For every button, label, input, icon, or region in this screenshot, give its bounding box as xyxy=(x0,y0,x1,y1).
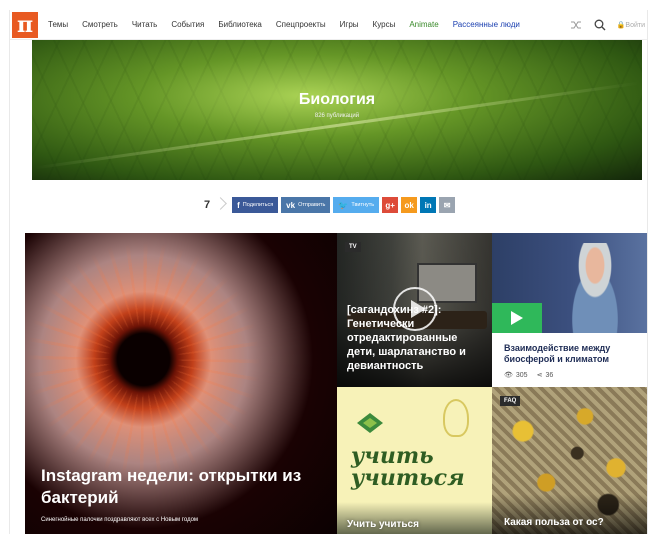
linkedin-icon: in xyxy=(424,200,432,210)
video-title: [сагандохинз #2]: Генетически отредактир… xyxy=(347,304,466,372)
nav-item-library[interactable]: Библиотека xyxy=(218,20,262,29)
twitter-share-label: Твитнуть xyxy=(351,202,375,208)
facebook-share-label: Поделиться xyxy=(242,202,274,208)
video-title: Взаимодействие между биосферой и климато… xyxy=(504,343,611,364)
article-card-bacteria[interactable]: Instagram недели: открытки из бактерий С… xyxy=(25,233,337,534)
facebook-icon: f xyxy=(237,200,240,210)
publication-count: 826 публикаций xyxy=(314,113,360,119)
twitter-icon: 🐦 xyxy=(338,200,349,210)
article-title: Instagram недели: открытки из бактерий xyxy=(41,466,302,507)
facebook-share-button[interactable]: f Поделиться xyxy=(232,197,279,213)
login-link[interactable]: 🔒Войти xyxy=(617,21,645,29)
lecturer-photo xyxy=(492,233,647,333)
article-title: Какая польза от ос? xyxy=(504,517,604,528)
faq-badge: FAQ xyxy=(500,396,521,406)
share-icon: ⋖ xyxy=(536,372,543,379)
play-icon[interactable] xyxy=(492,303,542,333)
views-count: 305 xyxy=(515,371,528,379)
article-subtitle: Синегнойные палочки поздравляют всех с Н… xyxy=(41,517,199,523)
email-icon: ✉ xyxy=(443,200,451,210)
share-count: 7 xyxy=(204,199,211,211)
twitter-share-button[interactable]: 🐦 Твитнуть xyxy=(333,197,380,213)
search-icon[interactable] xyxy=(593,18,607,32)
lightbulb-icon xyxy=(443,399,469,437)
odnoklassniki-icon: ok xyxy=(404,200,414,210)
nav-item-special[interactable]: Спецпроекты xyxy=(276,20,326,29)
nav-menu: Темы Смотреть Читать События Библиотека … xyxy=(48,20,534,29)
linkedin-share-button[interactable]: in xyxy=(420,197,437,213)
topic-hero: Биология 826 публикаций xyxy=(32,40,642,180)
vk-share-button[interactable]: vk Отправить xyxy=(281,197,331,213)
nav-item-games[interactable]: Игры xyxy=(340,20,359,29)
nav-item-read[interactable]: Читать xyxy=(132,20,157,29)
email-share-button[interactable]: ✉ xyxy=(439,197,456,213)
share-bar: 7 f Поделиться vk Отправить 🐦 Твитнуть g… xyxy=(204,196,458,214)
article-card-wasps[interactable]: FAQ Какая польза от ос? xyxy=(492,387,647,534)
nav-item-scattered-people[interactable]: Рассеянные люди xyxy=(453,20,520,29)
nav-item-events[interactable]: События xyxy=(171,20,204,29)
article-card-learn[interactable]: учить учиться Учить учиться xyxy=(337,387,492,534)
nav-item-courses[interactable]: Курсы xyxy=(373,20,396,29)
page-title: Биология xyxy=(298,91,376,108)
site-logo[interactable]: π xyxy=(12,11,38,38)
video-card-climate[interactable]: Взаимодействие между биосферой и климато… xyxy=(492,233,647,387)
shuffle-icon[interactable] xyxy=(569,18,583,32)
cover-lettering: учить учиться xyxy=(351,443,465,491)
tv-badge: TV xyxy=(345,242,361,252)
eye-icon: 👁 xyxy=(504,372,513,379)
vk-icon: vk xyxy=(286,200,296,210)
top-nav: π Темы Смотреть Читать События Библиотек… xyxy=(10,10,647,40)
nav-item-topics[interactable]: Темы xyxy=(48,20,68,29)
odnoklassniki-share-button[interactable]: ok xyxy=(401,197,418,213)
video-card-genetics[interactable]: TV [сагандохинз #2]: Генетически отредак… xyxy=(337,233,492,387)
nav-item-animate[interactable]: Animate xyxy=(409,20,438,29)
google-plus-icon: g+ xyxy=(385,200,395,210)
share-separator xyxy=(216,196,224,214)
video-stats: 👁 305 ⋖ 36 xyxy=(504,371,556,380)
login-label: Войти xyxy=(625,22,645,29)
shares-count: 36 xyxy=(545,371,554,379)
article-title: Учить учиться xyxy=(347,519,419,530)
google-plus-share-button[interactable]: g+ xyxy=(382,197,399,213)
nav-right: 🔒Войти xyxy=(569,10,647,40)
vk-share-label: Отправить xyxy=(298,202,326,208)
nav-item-watch[interactable]: Смотреть xyxy=(82,20,118,29)
lecturer-figure xyxy=(560,243,630,333)
book-logo-icon xyxy=(357,413,383,433)
card-shade xyxy=(492,494,647,534)
page-frame: π Темы Смотреть Читать События Библиотек… xyxy=(10,10,647,534)
